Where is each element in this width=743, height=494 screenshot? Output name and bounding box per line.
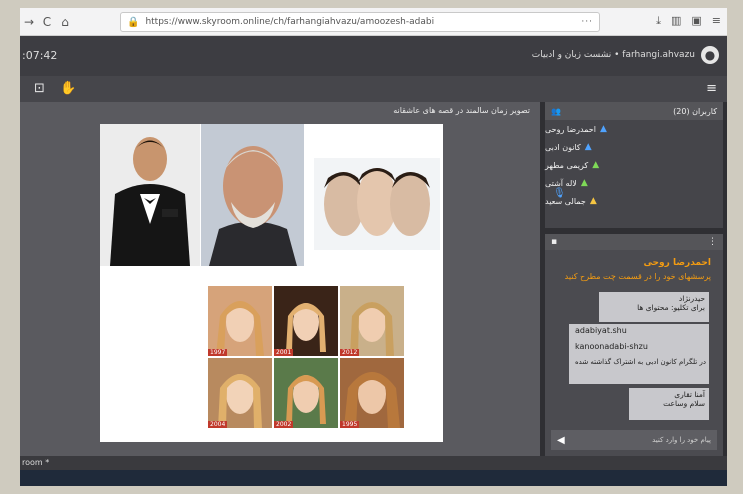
user-icon: ▲ — [584, 142, 592, 152]
portrait-5: 2002 — [274, 358, 338, 428]
chat-input-placeholder: پیام خود را وارد کنید — [652, 436, 711, 444]
photo-three-faces — [314, 158, 440, 250]
page-actions-button[interactable]: ··· — [581, 17, 593, 27]
user-row[interactable]: ▲ لاله آشتی — [545, 174, 723, 192]
message-text: برای تکلیو: محتوای ها — [637, 303, 705, 312]
status-text: room * — [22, 458, 50, 467]
notice-author: احمدرضا روحی — [643, 258, 711, 268]
message-text: سلام وساعت — [663, 399, 705, 408]
screen-share-icon[interactable]: ⊡ — [34, 81, 45, 96]
user-avatar-icon[interactable]: ● — [701, 46, 719, 64]
year-label: 2001 — [274, 349, 294, 356]
users-icon: 👥 — [551, 106, 561, 116]
reload-button[interactable]: C — [38, 15, 56, 29]
user-row[interactable]: ▲ جمالی سعید — [545, 192, 723, 210]
user-row[interactable]: ▲ احمدرضا روحی — [545, 120, 723, 138]
notice-message: پرسشهای خود را در قسمت چت مطرح کنید — [564, 272, 711, 281]
user-icon: ▲ — [589, 196, 597, 206]
sidebar-icon[interactable]: ▣ — [691, 14, 701, 28]
library-icon[interactable]: ▥ — [671, 14, 681, 28]
back-button[interactable]: → — [20, 15, 38, 29]
room-title: farhangi.ahvazu • نشست زبان و ادبیات — [531, 50, 695, 60]
menu-icon[interactable]: ≡ — [712, 14, 721, 28]
microphone-icon[interactable]: 🎙 — [553, 188, 566, 199]
user-name: کریمی مطهر — [545, 160, 589, 170]
message-author: حیدرنژاد — [678, 294, 705, 303]
url-text: https://www.skyroom.online/ch/farhangiah… — [145, 17, 435, 27]
chat-message: آمنا تقاری سلام وساعت — [629, 388, 709, 420]
user-icon: ▲ — [580, 178, 588, 188]
users-count: کاربران (20) — [673, 106, 717, 116]
year-label: 2002 — [274, 421, 294, 428]
slide: 1997 2001 2012 2004 2002 1995 — [100, 124, 443, 442]
user-icon: ▲ — [592, 160, 600, 170]
user-name: لاله آشتی — [545, 178, 577, 188]
chat-icon: ▪ — [551, 237, 558, 247]
message-text: adabiyat.shu — [575, 326, 627, 335]
send-icon[interactable]: ◀ — [557, 435, 565, 446]
users-header: 👥 کاربران (20) — [545, 102, 723, 120]
message-author: آمنا تقاری — [674, 390, 705, 399]
chat-header: ▪ ⋮ — [545, 234, 723, 250]
user-row[interactable]: ▲ کانون ادبی — [545, 138, 723, 156]
chat-input[interactable]: پیام خود را وارد کنید ◀ — [551, 430, 717, 450]
browser-toolbar: → C ⌂ 🔒 https://www.skyroom.online/ch/fa… — [20, 8, 727, 36]
session-timer: :07:42 — [22, 49, 58, 62]
message-text: kanoonadabi-shzu — [575, 342, 648, 351]
lock-icon: 🔒 — [127, 16, 140, 28]
raise-hand-icon[interactable]: ✋ — [60, 81, 76, 96]
presentation-title: تصویر زمان سالمند در قصه های عاشقانه — [393, 106, 530, 115]
year-label: 1995 — [340, 421, 360, 428]
photo-old-man — [201, 124, 304, 266]
user-name: احمدرضا روحی — [545, 124, 596, 134]
user-icon: ▲ — [599, 124, 607, 134]
home-button[interactable]: ⌂ — [56, 15, 74, 29]
portrait-4: 2004 — [208, 358, 272, 428]
app-header: :07:42 farhangi.ahvazu • نشست زبان و ادب… — [20, 36, 727, 76]
portrait-2: 2001 — [274, 286, 338, 356]
chat-panel: ▪ ⋮ احمدرضا روحی پرسشهای خود را در قسمت … — [545, 234, 723, 456]
app-window: → C ⌂ 🔒 https://www.skyroom.online/ch/fa… — [20, 8, 727, 486]
user-row[interactable]: ▲ کریمی مطهر — [545, 156, 723, 174]
os-taskbar — [20, 470, 727, 486]
chat-messages[interactable]: احمدرضا روحی پرسشهای خود را در قسمت چت م… — [551, 254, 717, 424]
room-toolbar: ⊡ ✋ ≡ — [20, 76, 727, 102]
portrait-6: 1995 — [340, 358, 404, 428]
year-label: 2012 — [340, 349, 360, 356]
portrait-3: 2012 — [340, 286, 404, 356]
message-text: در تلگرام کانون ادبی به اشتراک گذاشته شد… — [575, 358, 706, 366]
users-panel: 👥 کاربران (20) ▲ احمدرضا روحی ▲ کانون اد… — [545, 102, 723, 228]
photo-young-man — [100, 124, 200, 266]
chat-message: حیدرنژاد برای تکلیو: محتوای ها — [599, 292, 709, 322]
download-icon[interactable]: ⤓ — [656, 14, 661, 28]
year-label: 2004 — [208, 421, 228, 428]
year-label: 1997 — [208, 349, 228, 356]
chat-options-icon[interactable]: ⋮ — [708, 237, 717, 247]
address-bar[interactable]: 🔒 https://www.skyroom.online/ch/farhangi… — [120, 12, 600, 32]
sidebar: 👥 کاربران (20) ▲ احمدرضا روحی ▲ کانون اد… — [545, 102, 723, 456]
browser-extension-area: ⤓ ▥ ▣ ≡ — [656, 14, 721, 28]
portrait-1: 1997 — [208, 286, 272, 356]
presentation-area: تصویر زمان سالمند در قصه های عاشقانه 199… — [20, 102, 540, 456]
hamburger-menu-icon[interactable]: ≡ — [706, 81, 717, 96]
status-bar: room * — [20, 456, 727, 470]
user-name: کانون ادبی — [545, 142, 581, 152]
